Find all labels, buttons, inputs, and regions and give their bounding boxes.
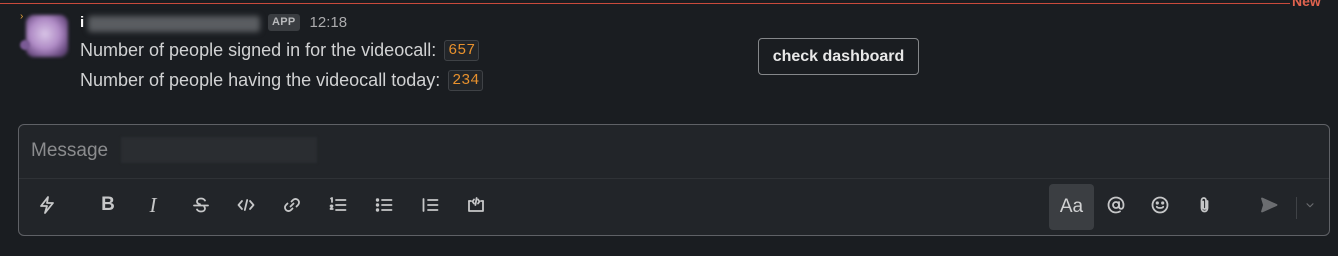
send-options-button[interactable] [1298,183,1322,227]
bold-button[interactable]: B [88,183,128,227]
code-block-button[interactable] [456,183,496,227]
message-timestamp[interactable]: 12:18 [310,14,348,31]
code-button[interactable] [226,183,266,227]
code-icon [237,199,255,211]
new-messages-label: New [1292,0,1321,9]
message-line-today: Number of people having the videocall to… [80,70,484,91]
slack-channel-view: New › i APP 12:18 Number of people signe… [0,0,1338,256]
send-divider [1296,197,1297,219]
link-button[interactable] [272,183,312,227]
message-header: i APP 12:18 [80,11,347,33]
message-line-text: Number of people having the videocall to… [80,70,441,90]
strikethrough-button[interactable] [181,183,221,227]
emoji-button[interactable] [1140,183,1180,227]
message-placeholder: Message [31,140,109,161]
avatar-presence-dot [20,40,30,50]
text-format-button[interactable]: Aa [1049,184,1094,230]
italic-icon: I [149,192,157,217]
placeholder-redaction [121,137,317,163]
sender-name-redaction [88,15,260,32]
message-input[interactable]: Message [19,125,1329,179]
avatar[interactable] [26,15,68,57]
italic-button[interactable]: I [133,183,173,227]
bulleted-list-icon [375,198,393,212]
lightning-icon [40,196,54,214]
blockquote-icon [422,198,439,212]
composer-toolbar: B I Aa [19,181,1329,235]
new-messages-divider [0,3,1290,4]
signed-in-count: 657 [444,40,480,61]
message-composer: Message B I Aa [18,124,1330,236]
code-block-icon [468,197,484,212]
send-icon [1261,197,1278,213]
sender-name[interactable]: i [80,13,260,32]
check-dashboard-button[interactable]: check dashboard [758,38,919,75]
app-badge: APP [268,13,300,31]
emoji-icon [1151,196,1169,214]
mention-button[interactable] [1096,183,1136,227]
chevron-down-icon [1306,203,1314,208]
blockquote-button[interactable] [410,183,450,227]
message-line-text: Number of people signed in for the video… [80,40,437,60]
attach-button[interactable] [1185,183,1225,227]
message-line-signed-in: Number of people signed in for the video… [80,40,480,61]
bold-icon: B [101,194,115,215]
ordered-list-button[interactable] [318,183,358,227]
mention-icon [1107,196,1125,214]
send-button[interactable] [1249,183,1289,227]
text-format-icon: Aa [1059,196,1084,217]
attachment-icon [1200,197,1209,213]
sender-name-text: i [80,13,85,31]
link-icon [284,198,300,212]
strikethrough-icon [193,197,209,213]
ordered-list-icon [329,197,347,211]
today-count: 234 [448,70,484,91]
shortcuts-button[interactable] [27,183,67,227]
bulleted-list-button[interactable] [364,183,404,227]
